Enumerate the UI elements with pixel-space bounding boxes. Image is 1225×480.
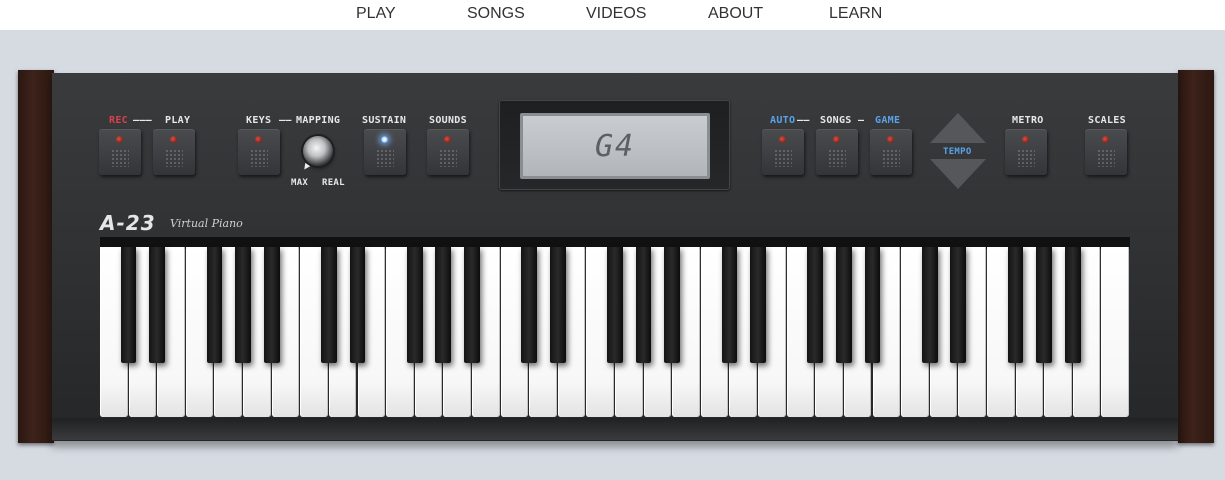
sustain-led xyxy=(381,136,388,143)
left-wood-panel xyxy=(18,70,54,443)
black-key-f-sharp[interactable] xyxy=(206,247,223,363)
black-key-a-sharp[interactable] xyxy=(464,247,480,363)
black-key-g-sharp[interactable] xyxy=(836,247,852,363)
black-key-c-sharp[interactable] xyxy=(321,247,337,363)
model-name: A-23 xyxy=(100,211,156,235)
right-wood-panel xyxy=(1178,70,1214,443)
tempo-label: TEMPO xyxy=(943,147,972,157)
note-display: G4 xyxy=(520,113,710,179)
piano-body: REC ——— PLAY KEYS —— MAPPING SUSTAIN SOU… xyxy=(52,73,1178,441)
metro-led xyxy=(1022,136,1029,143)
songs-label: SONGS xyxy=(820,115,852,126)
front-strip xyxy=(52,418,1178,440)
black-key-a-sharp[interactable] xyxy=(263,247,280,363)
scales-led xyxy=(1102,136,1109,143)
black-key-g-sharp[interactable] xyxy=(635,247,652,363)
scales-button[interactable] xyxy=(1085,129,1127,175)
top-nav: PLAY SONGS VIDEOS ABOUT LEARN xyxy=(0,0,1225,30)
black-key-d-sharp[interactable] xyxy=(950,247,967,363)
button-grille xyxy=(165,149,183,167)
white-key-c[interactable] xyxy=(1101,247,1129,417)
songs-game-connector: — xyxy=(858,115,865,126)
sustain-label: SUSTAIN xyxy=(362,115,407,126)
knob-indicator-icon xyxy=(301,162,311,172)
sounds-led xyxy=(444,136,451,143)
sounds-label: SOUNDS xyxy=(429,115,467,126)
game-button[interactable] xyxy=(870,129,912,175)
songs-led xyxy=(833,136,840,143)
keys-label: KEYS xyxy=(246,115,272,126)
play-led xyxy=(170,136,177,143)
note-display-value: G4 xyxy=(594,128,636,164)
mapping-label: MAPPING xyxy=(296,115,341,126)
black-key-g-sharp[interactable] xyxy=(235,247,251,363)
button-grille xyxy=(828,149,846,167)
auto-songs-connector: —— xyxy=(797,115,810,126)
auto-label: AUTO xyxy=(770,115,796,126)
rec-button[interactable] xyxy=(99,129,141,175)
button-grille xyxy=(1017,149,1035,167)
game-led xyxy=(887,136,894,143)
button-grille xyxy=(774,149,792,167)
button-grille xyxy=(250,149,268,167)
black-key-d-sharp[interactable] xyxy=(349,247,366,363)
black-key-f-sharp[interactable] xyxy=(406,247,423,363)
black-key-f-sharp[interactable] xyxy=(607,247,623,363)
keys-button[interactable] xyxy=(238,129,280,175)
keys-led xyxy=(255,136,262,143)
max-label: MAX xyxy=(291,178,309,188)
black-key-c-sharp[interactable] xyxy=(521,247,538,363)
tempo-down-arrow-icon[interactable] xyxy=(930,159,986,189)
nav-songs[interactable]: SONGS xyxy=(467,5,525,23)
tempo-up-arrow-icon[interactable] xyxy=(930,113,986,143)
songs-button[interactable] xyxy=(816,129,858,175)
black-key-c-sharp[interactable] xyxy=(721,247,738,363)
keyboard xyxy=(100,237,1130,420)
piano-cabinet: REC ——— PLAY KEYS —— MAPPING SUSTAIN SOU… xyxy=(18,70,1214,445)
play-label: PLAY xyxy=(165,115,191,126)
black-key-d-sharp[interactable] xyxy=(750,247,766,363)
nav-about[interactable]: ABOUT xyxy=(708,5,763,23)
black-key-a-sharp[interactable] xyxy=(664,247,681,363)
rec-led xyxy=(116,136,123,143)
black-key-g-sharp[interactable] xyxy=(435,247,452,363)
black-key-f-sharp[interactable] xyxy=(807,247,824,363)
button-grille xyxy=(376,149,394,167)
auto-led xyxy=(779,136,786,143)
nav-play[interactable]: PLAY xyxy=(356,5,396,23)
mapping-knob[interactable] xyxy=(303,136,333,166)
black-key-f-sharp[interactable] xyxy=(1007,247,1024,363)
sounds-button[interactable] xyxy=(427,129,469,175)
metro-label: METRO xyxy=(1012,115,1044,126)
nav-videos[interactable]: VIDEOS xyxy=(586,5,646,23)
black-key-g-sharp[interactable] xyxy=(1036,247,1053,363)
play-button[interactable] xyxy=(153,129,195,175)
button-grille xyxy=(882,149,900,167)
black-key-a-sharp[interactable] xyxy=(864,247,881,363)
black-key-c-sharp[interactable] xyxy=(120,247,137,363)
button-grille xyxy=(439,149,457,167)
sustain-button[interactable] xyxy=(364,129,406,175)
rec-play-connector: ——— xyxy=(133,115,152,126)
auto-button[interactable] xyxy=(762,129,804,175)
black-key-d-sharp[interactable] xyxy=(549,247,566,363)
scales-label: SCALES xyxy=(1088,115,1126,126)
black-key-d-sharp[interactable] xyxy=(149,247,166,363)
nav-learn[interactable]: LEARN xyxy=(829,5,882,23)
black-key-a-sharp[interactable] xyxy=(1064,247,1081,363)
button-grille xyxy=(111,149,129,167)
keys-mapping-connector: —— xyxy=(279,115,292,126)
black-key-c-sharp[interactable] xyxy=(921,247,938,363)
real-label: REAL xyxy=(322,178,345,188)
game-label: GAME xyxy=(875,115,901,126)
metro-button[interactable] xyxy=(1005,129,1047,175)
button-grille xyxy=(1097,149,1115,167)
model-subtitle: Virtual Piano xyxy=(170,217,243,230)
rec-label: REC xyxy=(109,115,128,126)
